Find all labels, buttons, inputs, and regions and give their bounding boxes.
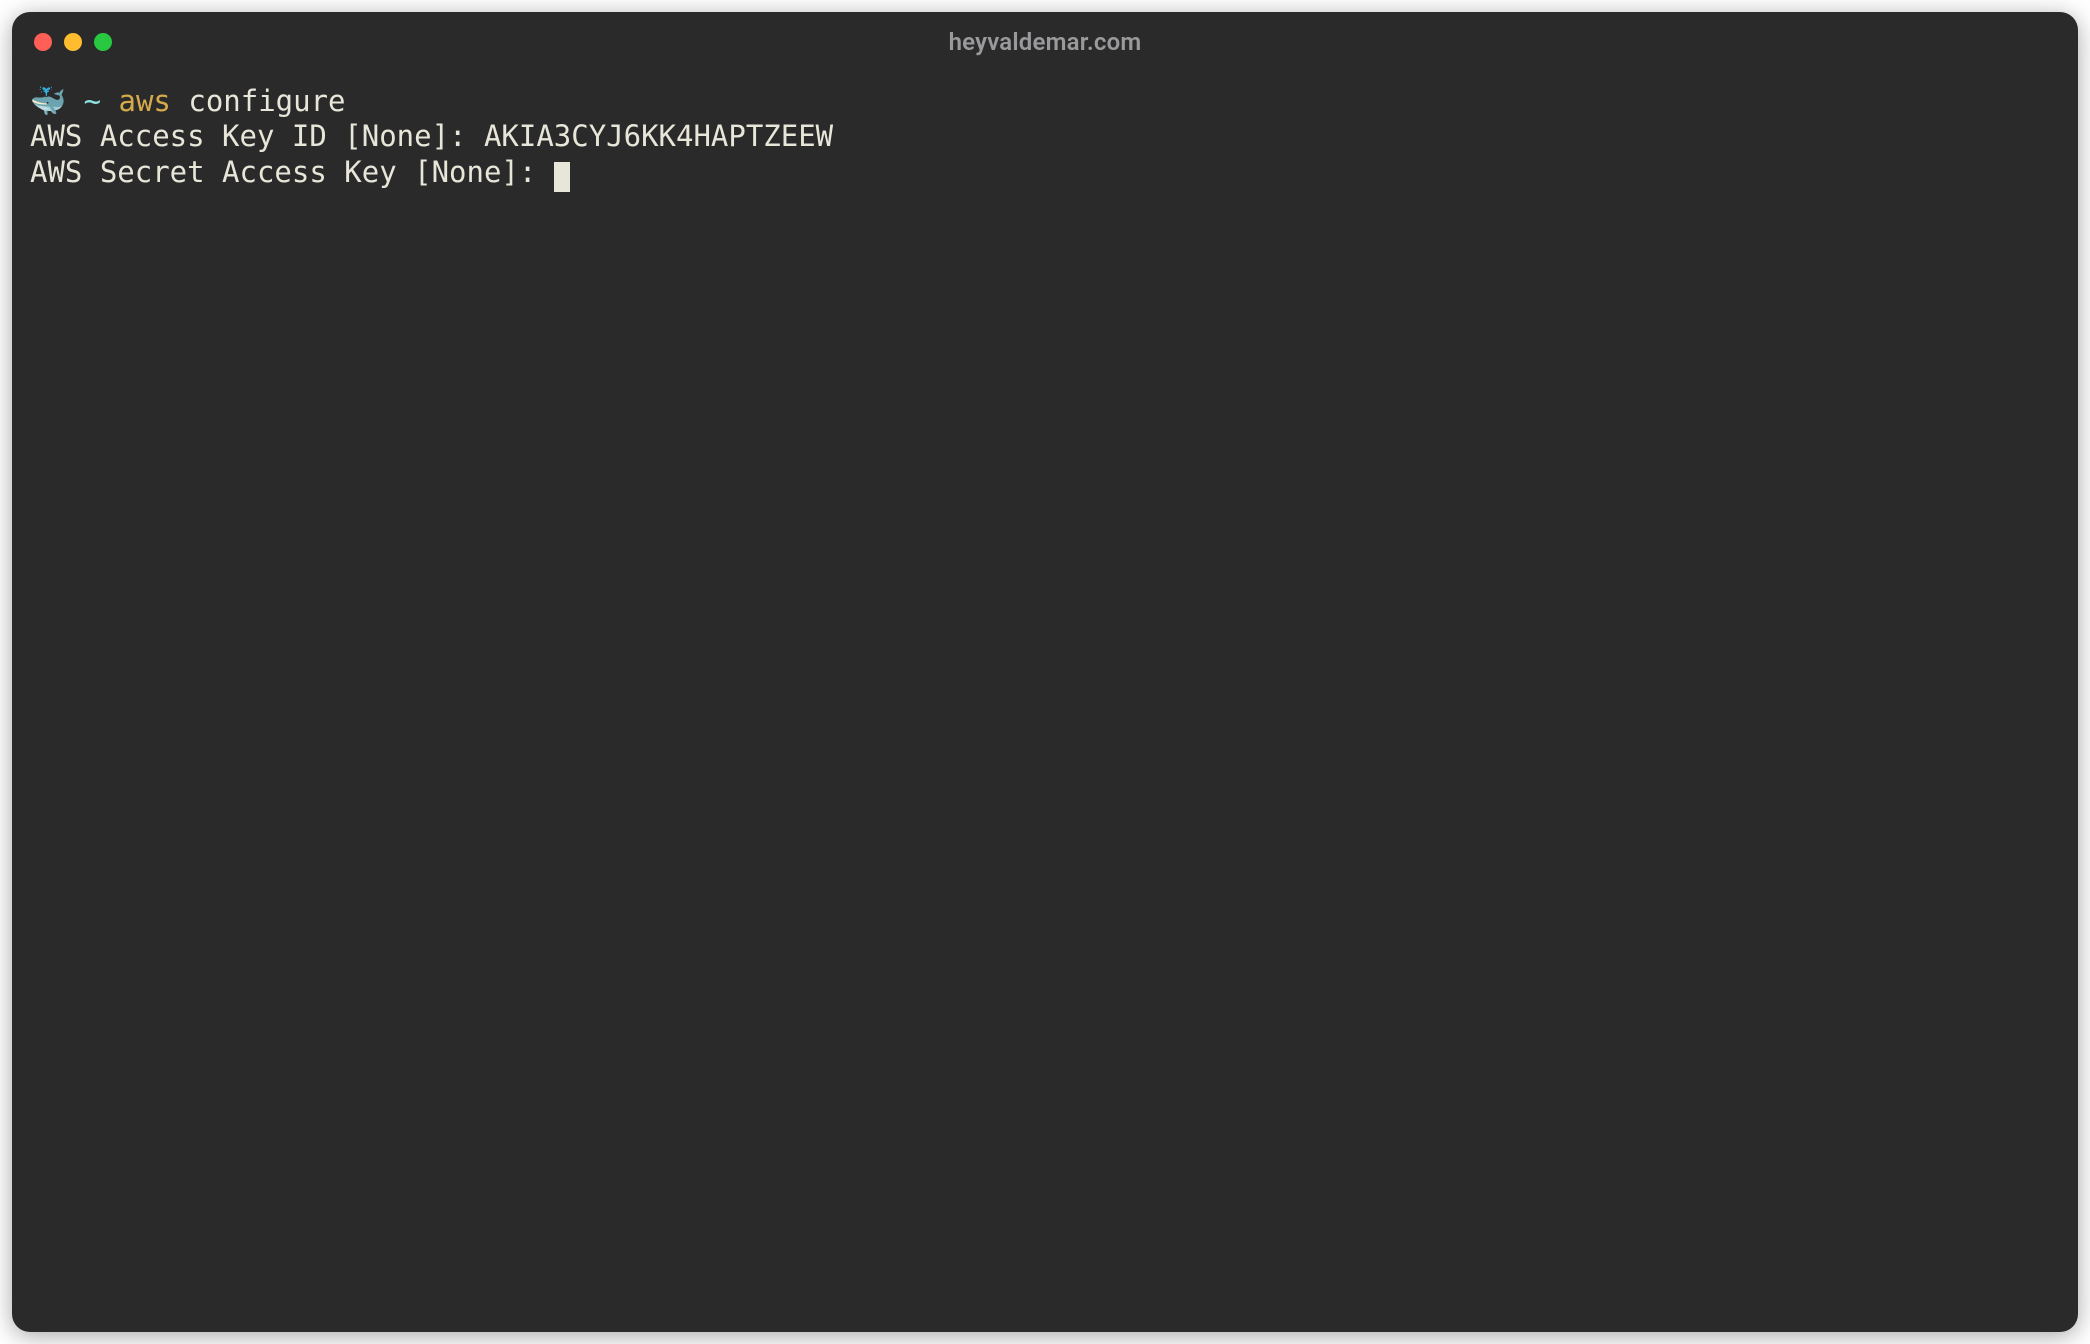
secret-key-line: AWS Secret Access Key [None]:	[30, 155, 2060, 190]
access-key-line: AWS Access Key ID [None]: AKIA3CYJ6KK4HA…	[30, 119, 2060, 154]
traffic-lights	[34, 33, 112, 51]
prompt-line: 🐳 ~ aws configure	[30, 84, 2060, 119]
prompt-tilde: ~	[84, 84, 101, 118]
window-title: heyvaldemar.com	[949, 28, 1142, 56]
terminal-window: heyvaldemar.com 🐳 ~ aws configureAWS Acc…	[12, 12, 2078, 1332]
maximize-icon[interactable]	[94, 33, 112, 51]
cursor-icon	[554, 162, 570, 192]
whale-icon: 🐳	[30, 84, 66, 118]
close-icon[interactable]	[34, 33, 52, 51]
command-name: aws	[119, 84, 171, 118]
access-key-value: AKIA3CYJ6KK4HAPTZEEW	[484, 119, 833, 153]
minimize-icon[interactable]	[64, 33, 82, 51]
terminal-body[interactable]: 🐳 ~ aws configureAWS Access Key ID [None…	[12, 72, 2078, 1332]
command-argument: configure	[188, 84, 345, 118]
secret-key-label: AWS Secret Access Key [None]:	[30, 155, 554, 189]
titlebar: heyvaldemar.com	[12, 12, 2078, 72]
access-key-label: AWS Access Key ID [None]:	[30, 119, 484, 153]
